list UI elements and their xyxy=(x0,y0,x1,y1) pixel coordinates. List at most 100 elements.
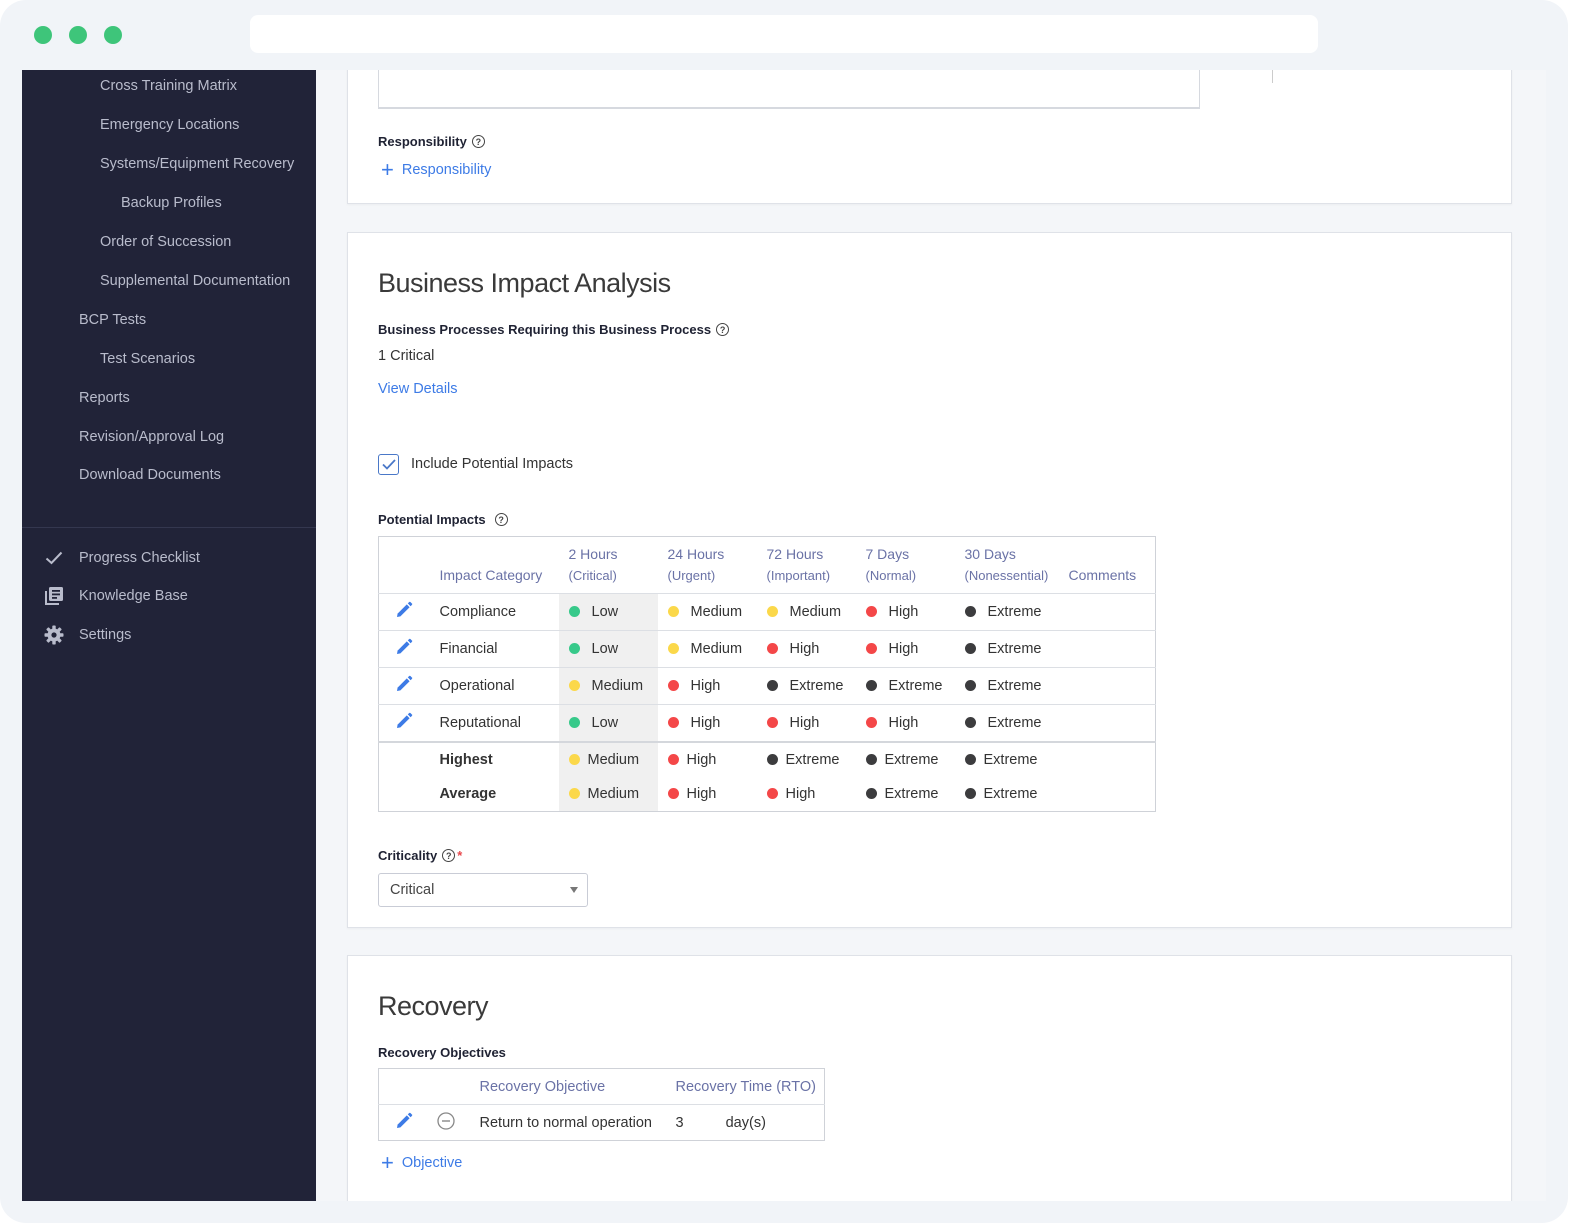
header-label: 24 Hours xyxy=(667,546,725,562)
potential-impacts-label-text: Potential Impacts xyxy=(378,512,486,527)
level-dot-icon xyxy=(865,606,877,617)
help-icon[interactable]: ? xyxy=(494,513,508,526)
level-dot-icon xyxy=(865,680,877,691)
responsibility-label-text: Responsibility xyxy=(378,134,467,149)
level-dot-icon xyxy=(766,643,778,654)
requiring-processes-label-text: Business Processes Requiring this Busine… xyxy=(378,322,712,337)
pencil-icon[interactable] xyxy=(395,601,413,623)
sidebar-item-test-scenarios[interactable]: Test Scenarios xyxy=(100,351,195,367)
summary-level-cell: High xyxy=(657,740,757,777)
impact-level-cell: Extreme xyxy=(954,667,1063,705)
level-dot-icon xyxy=(964,753,976,765)
impact-level: Extreme xyxy=(884,785,939,802)
sidebar-item-label: Supplemental Documentation xyxy=(100,273,291,289)
summary-row: Average Medium High High Extreme Extreme xyxy=(379,776,1156,812)
level-dot-icon xyxy=(865,643,877,654)
help-icon[interactable]: ? xyxy=(471,135,485,148)
pencil-icon[interactable] xyxy=(395,638,413,660)
sidebar-item-cross-training-matrix[interactable]: Cross Training Matrix xyxy=(100,78,237,94)
close-window-button[interactable] xyxy=(34,26,52,44)
header-sublabel: (Nonessential) xyxy=(964,568,1049,583)
sidebar-item-download-documents[interactable]: Download Documents xyxy=(79,467,221,483)
sidebar-item-emergency-locations[interactable]: Emergency Locations xyxy=(100,117,239,133)
empty-cell xyxy=(1063,777,1156,812)
summary-level-cell: High xyxy=(757,777,856,812)
sidebar-item-knowledge-base[interactable]: Knowledge Base xyxy=(43,585,188,607)
criticality-label: Criticality ? * xyxy=(378,848,462,863)
header-actions xyxy=(379,1069,480,1105)
sidebar-item-backup-profiles[interactable]: Backup Profiles xyxy=(121,195,222,211)
impact-level: Extreme xyxy=(789,678,844,694)
description-textarea[interactable] xyxy=(378,70,1200,109)
remove-circle-icon[interactable] xyxy=(437,1111,455,1134)
pencil-icon[interactable] xyxy=(395,1112,413,1134)
add-responsibility-button[interactable]: + Responsibility xyxy=(381,159,491,181)
sidebar-item-bcp-tests[interactable]: BCP Tests xyxy=(79,312,146,328)
header-impact-category: Impact Category xyxy=(440,537,559,594)
sidebar-item-systems-equipment-recovery[interactable]: Systems/Equipment Recovery xyxy=(100,156,294,172)
impact-level: Medium xyxy=(690,604,743,620)
view-details-link[interactable]: View Details xyxy=(378,381,458,397)
sidebar: Cross Training Matrix Emergency Location… xyxy=(22,70,316,1201)
potential-impacts-label: Potential Impacts ? xyxy=(378,512,508,527)
header-sublabel: (Urgent) xyxy=(667,568,716,583)
header-recovery-time: Recovery Time (RTO) xyxy=(675,1078,816,1095)
maximize-window-button[interactable] xyxy=(104,26,122,44)
header-label: 72 Hours xyxy=(766,546,824,562)
level-dot-icon xyxy=(667,753,679,765)
sidebar-item-label: BCP Tests xyxy=(79,312,147,328)
level-dot-icon xyxy=(667,606,679,617)
impact-level-cell: High xyxy=(855,593,955,631)
responsibility-label: Responsibility ? xyxy=(378,134,485,149)
impact-level: Medium xyxy=(690,641,743,657)
impact-level-cell: Extreme xyxy=(954,704,1063,742)
impact-level-cell: Medium xyxy=(558,667,658,705)
sidebar-item-reports[interactable]: Reports xyxy=(79,390,130,406)
impact-level: Extreme xyxy=(983,751,1038,768)
sidebar-item-label: Emergency Locations xyxy=(100,117,240,133)
impact-level: Extreme xyxy=(987,714,1042,731)
minimize-window-button[interactable] xyxy=(69,26,87,44)
sidebar-item-label: Test Scenarios xyxy=(100,351,196,367)
sidebar-item-label: Progress Checklist xyxy=(79,550,200,566)
impact-level: Low xyxy=(591,714,619,731)
pencil-icon[interactable] xyxy=(395,712,413,734)
row-actions xyxy=(378,1104,480,1141)
level-dot-icon xyxy=(766,680,778,691)
business-impact-analysis-card: Business Impact Analysis Business Proces… xyxy=(347,232,1512,928)
header-2-hours: 2 Hours (Critical) xyxy=(559,537,658,594)
impact-category-cell: Operational xyxy=(439,667,559,705)
level-dot-icon xyxy=(964,643,976,654)
summary-label: Highest xyxy=(439,740,559,777)
impact-level-cell: High xyxy=(756,704,856,742)
level-dot-icon xyxy=(667,787,679,799)
sidebar-item-revision-approval-log[interactable]: Revision/Approval Log xyxy=(79,429,224,445)
recovery-card: Recovery Recovery Objectives Recovery Ob… xyxy=(347,955,1512,1201)
level-dot-icon xyxy=(865,753,877,765)
summary-label: Average xyxy=(439,785,497,802)
sidebar-item-progress-checklist[interactable]: Progress Checklist xyxy=(43,547,200,569)
plus-icon: + xyxy=(381,1150,394,1175)
impact-level: Low xyxy=(591,641,619,657)
sidebar-item-supplemental-documentation[interactable]: Supplemental Documentation xyxy=(100,273,290,289)
header-label: Impact Category xyxy=(439,567,543,583)
impact-level: High xyxy=(789,641,820,657)
help-icon[interactable]: ? xyxy=(442,849,456,862)
include-impacts-checkbox[interactable] xyxy=(378,454,399,475)
sidebar-item-order-of-succession[interactable]: Order of Succession xyxy=(100,234,231,250)
rto-cell: 3 day(s) xyxy=(675,1104,825,1141)
summary-level-cell: Extreme xyxy=(856,777,955,812)
rto-unit: day(s) xyxy=(725,1114,766,1131)
help-icon[interactable]: ? xyxy=(716,323,730,336)
header-sublabel: (Critical) xyxy=(568,568,617,583)
add-objective-button[interactable]: + Objective xyxy=(381,1152,462,1174)
recovery-objectives-label: Recovery Objectives xyxy=(378,1045,506,1060)
criticality-select[interactable]: Critical xyxy=(378,873,588,907)
header-comments: Comments xyxy=(1063,537,1156,594)
pencil-icon[interactable] xyxy=(395,675,413,697)
impact-level: High xyxy=(789,714,820,731)
address-bar[interactable] xyxy=(250,15,1318,53)
header-edit xyxy=(379,537,440,594)
impact-level-cell: High xyxy=(855,630,955,668)
sidebar-item-settings[interactable]: Settings xyxy=(43,624,131,646)
